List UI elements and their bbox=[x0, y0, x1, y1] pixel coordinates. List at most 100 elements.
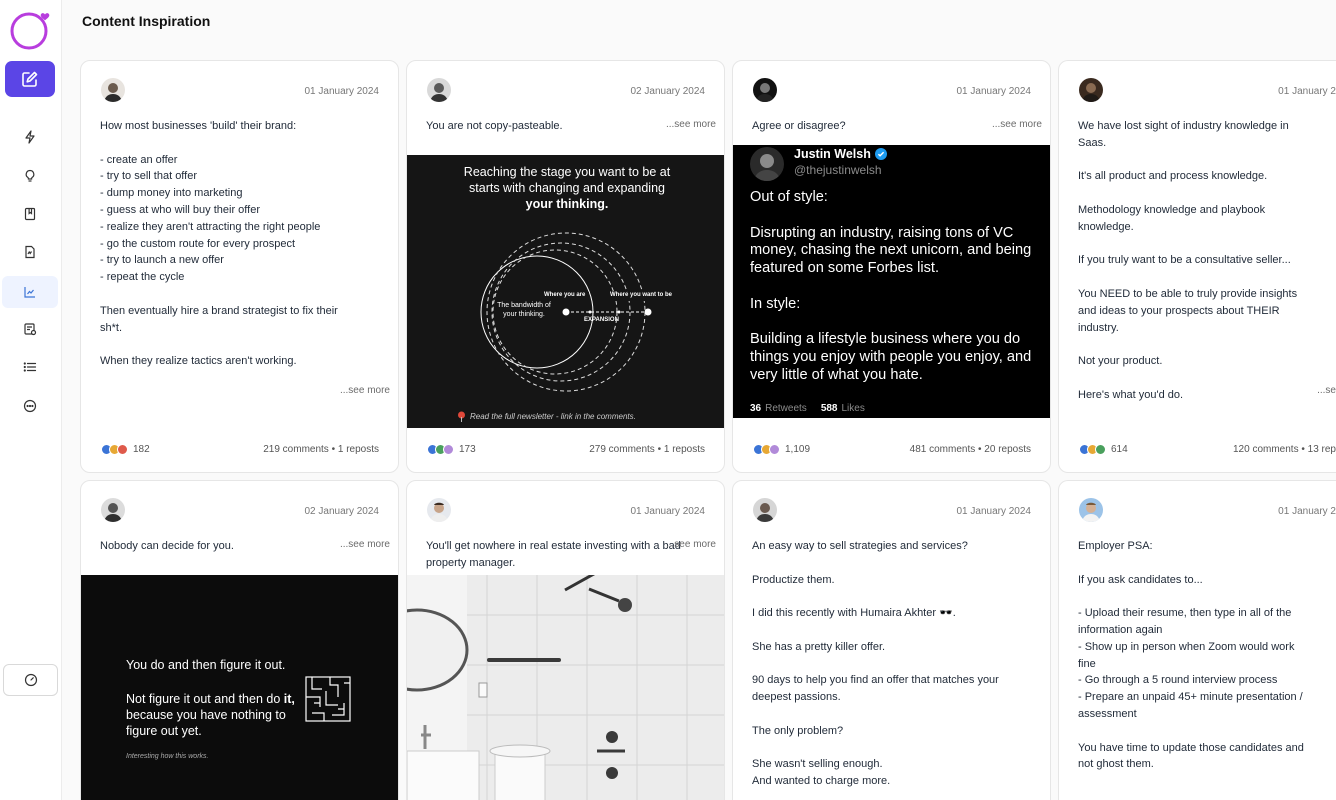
post-text: An easy way to sell strategies and servi… bbox=[752, 540, 999, 788]
author-avatar[interactable] bbox=[753, 78, 777, 102]
pencil-square-icon bbox=[22, 71, 38, 87]
tweet-author: Justin Welsh bbox=[794, 147, 887, 161]
tweet-handle: @thejustinwelsh bbox=[794, 163, 882, 177]
support-reaction-icon bbox=[769, 443, 780, 455]
support-reaction-icon bbox=[443, 443, 454, 455]
see-more-link[interactable]: ...se bbox=[1317, 385, 1336, 396]
nav-lightning[interactable] bbox=[2, 121, 58, 153]
nav-documents[interactable] bbox=[2, 236, 58, 268]
post-footer: 182 219 comments • 1 reposts bbox=[101, 442, 379, 456]
reactions[interactable]: 182 bbox=[101, 443, 150, 455]
post-image[interactable]: You do and then figure it out. Not figur… bbox=[81, 575, 398, 800]
tweet-stats: 36 Retweets 588 Likes bbox=[750, 403, 865, 414]
compose-button[interactable] bbox=[5, 61, 55, 97]
post-stats[interactable]: 279 comments • 1 reposts bbox=[589, 444, 705, 455]
post-image[interactable]: Reaching the stage you want to be at sta… bbox=[407, 155, 724, 428]
reactions-count: 182 bbox=[133, 443, 150, 455]
author-avatar[interactable] bbox=[1079, 498, 1103, 522]
see-more-link[interactable]: ...see more bbox=[666, 539, 716, 550]
post-card[interactable]: 01 January 2 Employer PSA: If you ask ca… bbox=[1058, 480, 1336, 800]
post-card[interactable]: 01 January 2024 Agree or disagree? ...se… bbox=[732, 60, 1051, 473]
nav-ideas[interactable] bbox=[2, 160, 58, 192]
bathroom-photo[interactable] bbox=[407, 575, 724, 800]
pin-icon bbox=[458, 411, 465, 422]
tweet-image[interactable]: Justin Welsh @thejustinwelsh Out of styl… bbox=[733, 145, 1050, 418]
post-date: 01 January 2024 bbox=[956, 506, 1031, 517]
post-text: How most businesses 'build' their brand:… bbox=[100, 120, 338, 368]
image-caption: Interesting how this works. bbox=[126, 753, 209, 760]
post-footer: 1,109 481 comments • 20 reposts bbox=[753, 442, 1031, 456]
speedometer-button[interactable] bbox=[3, 664, 58, 696]
expansion-label: EXPANSION bbox=[584, 317, 619, 323]
nav-analytics[interactable] bbox=[2, 276, 58, 308]
schedule-icon bbox=[24, 323, 37, 336]
image-line-2: Not figure it out and then do it, becaus… bbox=[126, 692, 295, 738]
author-avatar[interactable] bbox=[101, 498, 125, 522]
post-date: 02 January 2024 bbox=[304, 506, 379, 517]
author-avatar[interactable] bbox=[101, 78, 125, 102]
chat-icon bbox=[23, 399, 37, 413]
document-icon bbox=[25, 245, 35, 259]
speedometer-icon bbox=[24, 673, 37, 687]
post-text: Agree or disagree? bbox=[752, 120, 846, 132]
post-date: 01 January 2 bbox=[1278, 506, 1336, 517]
author-avatar[interactable] bbox=[427, 78, 451, 102]
author-avatar[interactable] bbox=[1079, 78, 1103, 102]
nav-saved[interactable] bbox=[2, 198, 58, 230]
nav-chat[interactable] bbox=[2, 390, 58, 422]
see-more-link[interactable]: ...see more bbox=[340, 385, 390, 396]
author-avatar[interactable] bbox=[427, 498, 451, 522]
chart-icon bbox=[24, 287, 35, 298]
see-more-link[interactable]: ...see more bbox=[992, 119, 1042, 130]
post-card[interactable]: 02 January 2024 You are not copy-pasteab… bbox=[406, 60, 725, 473]
post-stats[interactable]: 219 comments • 1 reposts bbox=[263, 444, 379, 455]
where-you-are-label: Where you are bbox=[544, 292, 586, 298]
verified-icon bbox=[874, 148, 887, 160]
post-text: You'll get nowhere in real estate invest… bbox=[426, 540, 681, 569]
post-card[interactable]: 01 January 2024 An easy way to sell stra… bbox=[732, 480, 1051, 800]
maze-icon bbox=[305, 676, 351, 722]
post-stats[interactable]: 481 comments • 20 reposts bbox=[910, 444, 1031, 455]
where-you-want-label: Where you want to be bbox=[610, 292, 673, 298]
reactions[interactable]: 614 bbox=[1079, 443, 1128, 455]
post-text: Nobody can decide for you. bbox=[100, 540, 234, 552]
reactions-count: 173 bbox=[459, 443, 476, 455]
post-card[interactable]: 01 January 2024 You'll get nowhere in re… bbox=[406, 480, 725, 800]
post-date: 01 January 2024 bbox=[630, 506, 705, 517]
post-card[interactable]: 01 January 2 We have lost sight of indus… bbox=[1058, 60, 1336, 473]
post-text: You are not copy-pasteable. bbox=[426, 120, 563, 132]
newsletter-footer: Read the full newsletter - link in the c… bbox=[457, 411, 636, 422]
nav-schedule[interactable] bbox=[2, 313, 58, 345]
see-more-link[interactable]: ...see more bbox=[666, 119, 716, 130]
post-date: 01 January 2024 bbox=[956, 86, 1031, 97]
post-card[interactable]: 01 January 2024 How most businesses 'bui… bbox=[80, 60, 399, 473]
celebrate-reaction-icon bbox=[1095, 443, 1106, 455]
see-more-link[interactable]: ...see more bbox=[340, 539, 390, 550]
post-footer: 614 120 comments • 13 rep bbox=[1079, 442, 1336, 456]
reactions[interactable]: 173 bbox=[427, 443, 476, 455]
post-card[interactable]: 02 January 2024 Nobody can decide for yo… bbox=[80, 480, 399, 800]
photo-bathroom bbox=[407, 575, 724, 800]
post-stats[interactable]: 120 comments • 13 rep bbox=[1233, 444, 1336, 455]
image-line-1: You do and then figure it out. bbox=[126, 658, 286, 672]
post-text: We have lost sight of industry knowledge… bbox=[1078, 120, 1298, 401]
sidebar bbox=[0, 0, 62, 800]
nav-list[interactable] bbox=[2, 351, 58, 383]
lightning-icon bbox=[25, 130, 35, 144]
lightbulb-icon bbox=[25, 169, 35, 182]
tweet-body: Out of style: Disrupting an industry, ra… bbox=[750, 189, 1032, 383]
love-reaction-icon bbox=[117, 443, 128, 455]
author-avatar[interactable] bbox=[753, 498, 777, 522]
tweet-avatar bbox=[750, 147, 784, 181]
page-title: Content Inspiration bbox=[82, 13, 211, 29]
list-icon bbox=[23, 362, 37, 372]
post-date: 01 January 2024 bbox=[304, 86, 379, 97]
reactions-count: 1,109 bbox=[785, 443, 811, 455]
post-date: 01 January 2 bbox=[1278, 86, 1336, 97]
reactions-count: 614 bbox=[1111, 443, 1128, 455]
inner-circle-label: The bandwidth of your thinking. bbox=[497, 302, 551, 318]
post-text: Employer PSA: If you ask candidates to..… bbox=[1078, 540, 1304, 771]
post-footer: 173 279 comments • 1 reposts bbox=[427, 442, 705, 456]
reactions[interactable]: 1,109 bbox=[753, 443, 811, 455]
app-logo[interactable] bbox=[10, 10, 50, 50]
